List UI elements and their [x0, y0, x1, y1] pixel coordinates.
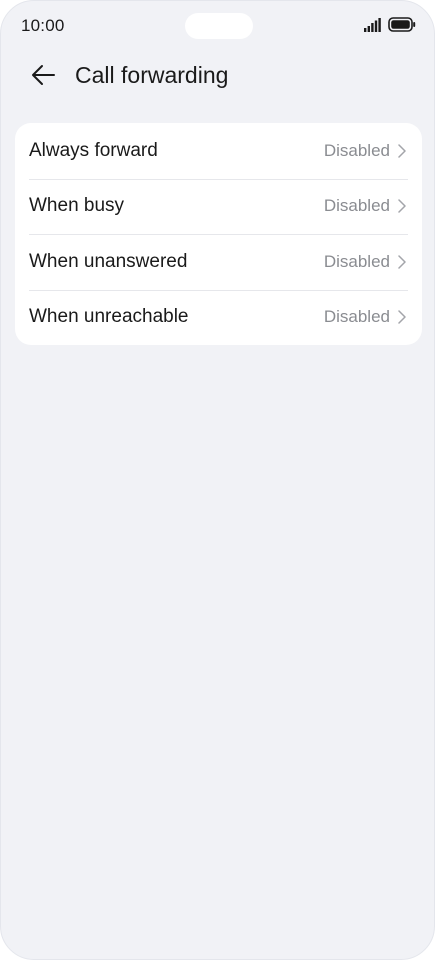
arrow-left-icon [30, 64, 56, 91]
chevron-right-icon [398, 144, 406, 158]
phone-screen: 10:00 Call forwarding Always forward Dis… [0, 0, 435, 960]
battery-icon [388, 17, 416, 37]
setting-row-always-forward[interactable]: Always forward Disabled [15, 123, 422, 179]
setting-label: Always forward [29, 139, 158, 161]
page-title: Call forwarding [75, 62, 229, 88]
setting-value: Disabled [323, 196, 390, 216]
chevron-right-icon [398, 255, 406, 269]
chevron-right-icon [398, 199, 406, 213]
setting-label: When unanswered [29, 250, 188, 272]
setting-row-when-busy[interactable]: When busy Disabled [15, 178, 422, 235]
setting-value: Disabled [323, 251, 390, 271]
setting-row-when-unanswered[interactable]: When unanswered Disabled [15, 234, 422, 290]
app-header: Call forwarding [1, 53, 434, 101]
status-bar: 10:00 [1, 1, 434, 51]
setting-label: When unreachable [29, 306, 189, 328]
settings-list: Always forward Disabled When busy Disabl… [15, 123, 422, 345]
chevron-right-icon [398, 310, 406, 324]
setting-label: When busy [29, 195, 125, 217]
signal-icon [364, 17, 382, 37]
back-button[interactable] [23, 57, 63, 97]
setting-row-when-unreachable[interactable]: When unreachable Disabled [15, 289, 422, 346]
setting-value: Disabled [323, 140, 390, 160]
setting-value: Disabled [323, 307, 390, 327]
camera-cutout [185, 13, 253, 39]
status-time: 10:00 [21, 16, 65, 35]
status-icons [364, 17, 416, 37]
